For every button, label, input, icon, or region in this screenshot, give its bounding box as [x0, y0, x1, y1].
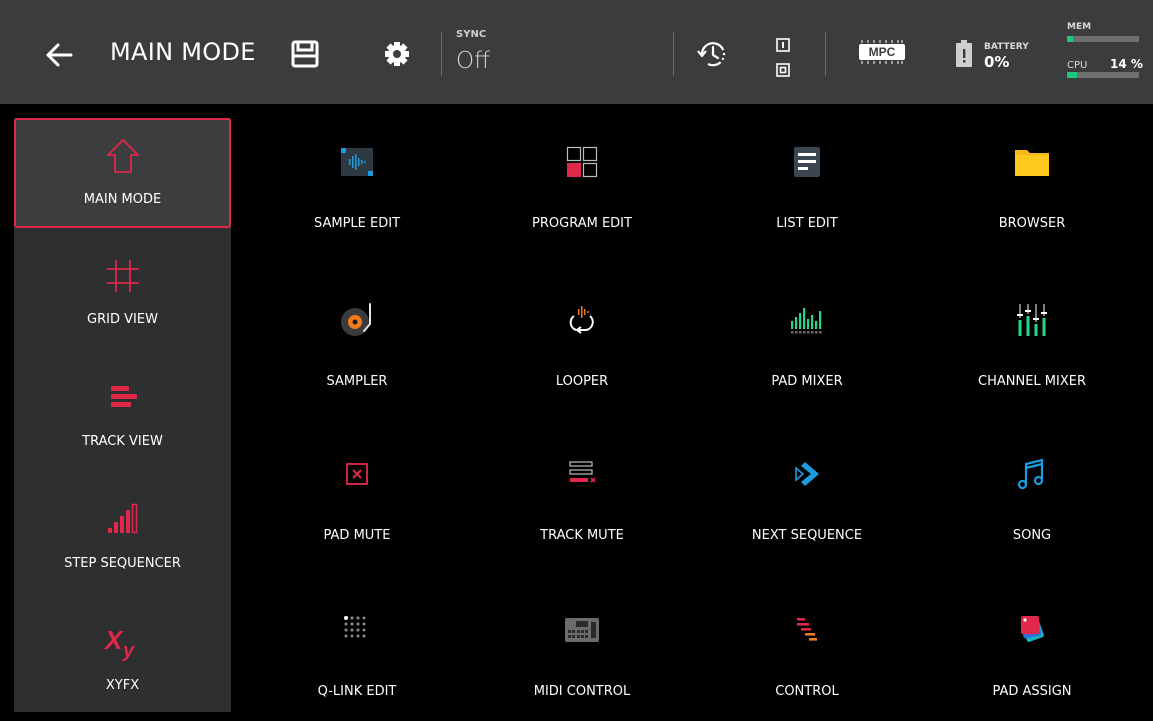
undo-history-button[interactable]: [694, 36, 730, 72]
sync-value[interactable]: Off: [456, 48, 490, 74]
mode-label: TRACK MUTE: [540, 528, 624, 543]
mode-label: PAD ASSIGN: [992, 684, 1072, 699]
sidebar-item-main-mode[interactable]: MAIN MODE: [14, 118, 231, 228]
mem-meter-fill: [1067, 36, 1073, 42]
mode-label: PAD MUTE: [323, 528, 391, 543]
mpc-logo-icon: MPC: [859, 40, 905, 64]
input-icon: [776, 38, 790, 52]
music-note-icon: [1017, 458, 1044, 490]
grid-hash-icon: [106, 260, 139, 292]
mode-label: PROGRAM EDIT: [532, 216, 632, 231]
mode-label: SAMPLER: [326, 374, 388, 389]
mode-song[interactable]: SONG: [922, 434, 1142, 554]
mode-track-mute[interactable]: TRACK MUTE: [472, 434, 692, 554]
mode-label: NEXT SEQUENCE: [751, 528, 863, 543]
mode-channel-mixer[interactable]: CHANNEL MIXER: [922, 280, 1142, 400]
mpc-logo: MPC: [858, 39, 906, 65]
mode-q-link-edit[interactable]: Q-LINK EDIT: [247, 590, 467, 710]
xy-icon: X y: [103, 625, 135, 662]
sync-label: SYNC: [456, 29, 487, 40]
header-divider: [825, 32, 826, 76]
mode-label: CHANNEL MIXER: [978, 374, 1086, 389]
sidebar-item-label: GRID VIEW: [87, 312, 158, 327]
mode-control[interactable]: CONTROL: [697, 590, 917, 710]
track-mute-icon: [569, 461, 596, 483]
mode-sample-edit[interactable]: SAMPLE EDIT: [247, 122, 467, 242]
mode-looper[interactable]: LOOPER: [472, 280, 692, 400]
track-bars-icon: [110, 386, 137, 407]
control-bars-icon: [797, 618, 817, 641]
settings-button[interactable]: [380, 37, 414, 71]
sidebar-item-label: TRACK VIEW: [82, 434, 163, 449]
history-icon: [697, 42, 726, 67]
next-sequence-icon: [795, 462, 819, 486]
output-indicator: [776, 62, 790, 77]
mode-pad-mute[interactable]: PAD MUTE: [247, 434, 467, 554]
mode-midi-control[interactable]: MIDI CONTROL: [472, 590, 692, 710]
back-button[interactable]: [34, 30, 84, 80]
battery-label: BATTERY: [984, 42, 1029, 52]
cpu-label: CPU: [1067, 60, 1088, 71]
pad-assign-icon: [1020, 616, 1044, 642]
turntable-icon: [341, 303, 371, 336]
dot-matrix-icon: [344, 616, 366, 638]
pad-mute-icon: [346, 463, 368, 485]
floppy-disk-icon: [291, 40, 319, 68]
sidebar-item-track-view[interactable]: TRACK VIEW: [14, 362, 231, 472]
svg-text:y: y: [122, 640, 135, 662]
mem-meter: [1067, 36, 1139, 42]
mode-label: Q-LINK EDIT: [317, 684, 397, 699]
mode-pad-mixer[interactable]: PAD MIXER: [697, 280, 917, 400]
program-grid-icon: [566, 146, 598, 178]
mode-next-sequence[interactable]: NEXT SEQUENCE: [697, 434, 917, 554]
folder-icon: [1015, 150, 1049, 176]
sidebar-item-step-sequencer[interactable]: STEP SEQUENCER: [14, 484, 231, 594]
mode-label: LOOPER: [555, 374, 609, 389]
header-divider: [673, 32, 674, 76]
sidebar-item-label: STEP SEQUENCER: [64, 556, 181, 571]
sidebar-item-grid-view[interactable]: GRID VIEW: [14, 240, 231, 350]
mpc-logo-text: MPC: [869, 45, 896, 59]
cpu-meter-fill: [1067, 72, 1078, 78]
gear-icon: [385, 42, 409, 66]
faders-icon: [1017, 304, 1047, 336]
mode-label: SONG: [1012, 528, 1052, 543]
header-divider: [441, 32, 442, 76]
mode-browser[interactable]: BROWSER: [922, 122, 1142, 242]
mode-program-edit[interactable]: PROGRAM EDIT: [472, 122, 692, 242]
mode-sidebar: MAIN MODE GRID VIEW TRACK VIEW STEP SEQU…: [14, 118, 231, 712]
back-arrow-icon: [46, 43, 73, 67]
battery-value: 0%: [984, 53, 1010, 71]
output-icon: [776, 63, 790, 77]
page-title: MAIN MODE: [110, 38, 256, 66]
loop-icon: [569, 306, 594, 334]
mode-label: SAMPLE EDIT: [313, 216, 401, 231]
pad-meters-icon: [791, 308, 822, 334]
mode-pad-assign[interactable]: PAD ASSIGN: [922, 590, 1142, 710]
mode-label: PAD MIXER: [771, 374, 843, 389]
sidebar-item-label: XYFX: [105, 678, 140, 693]
mode-label: BROWSER: [998, 216, 1066, 231]
cpu-value: 14 %: [1110, 57, 1143, 71]
list-doc-icon: [794, 147, 820, 177]
top-bar: MAIN MODE SYNC Off MPC BATTERY 0% MEM CP…: [0, 0, 1153, 104]
mode-label: LIST EDIT: [776, 216, 838, 231]
midi-controller-icon: [565, 618, 599, 642]
step-bars-icon: [107, 503, 137, 534]
cpu-meter: [1067, 72, 1139, 78]
mem-label: MEM: [1067, 22, 1092, 32]
save-button[interactable]: [288, 37, 322, 71]
sidebar-item-label: MAIN MODE: [83, 192, 162, 207]
waveform-icon: [341, 148, 373, 176]
mode-list-edit[interactable]: LIST EDIT: [697, 122, 917, 242]
mode-label: MIDI CONTROL: [533, 684, 631, 699]
mode-sampler[interactable]: SAMPLER: [247, 280, 467, 400]
sidebar-item-xyfx[interactable]: X y XYFX: [14, 606, 231, 716]
battery-icon: [955, 40, 973, 68]
svg-text:X: X: [103, 625, 124, 655]
house-outline-icon: [106, 139, 139, 173]
mode-label: CONTROL: [775, 684, 839, 699]
input-indicator: [776, 37, 790, 52]
